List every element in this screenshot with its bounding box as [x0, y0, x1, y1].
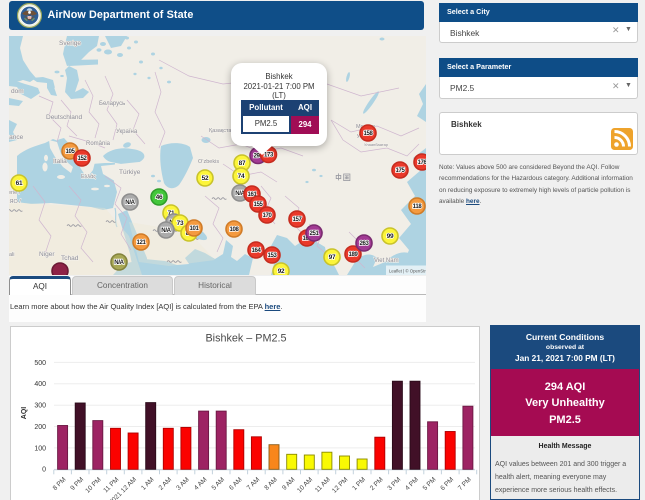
svg-text:400: 400	[34, 381, 46, 388]
svg-text:105: 105	[65, 149, 75, 155]
svg-text:rance: rance	[9, 134, 24, 141]
svg-text:8 AM: 8 AM	[263, 476, 279, 492]
svg-text:100: 100	[34, 445, 46, 452]
svg-text:2 AM: 2 AM	[158, 476, 174, 492]
svg-text:3 PM: 3 PM	[386, 476, 402, 492]
svg-text:251: 251	[309, 231, 319, 237]
svg-text:4 PM: 4 PM	[404, 476, 420, 492]
svg-text:O’zbekis: O’zbekis	[198, 159, 219, 165]
svg-text:52: 52	[202, 175, 209, 182]
svg-text:4 AM: 4 AM	[193, 476, 209, 492]
svg-text:dom: dom	[11, 88, 24, 95]
svg-text:6 AM: 6 AM	[228, 476, 244, 492]
svg-text:200: 200	[34, 424, 46, 431]
svg-text:153: 153	[267, 253, 277, 259]
svg-text:Leaflet | © OpenStreetMap: Leaflet | © OpenStreetMap	[389, 269, 426, 274]
svg-text:1 AM: 1 AM	[140, 476, 156, 492]
svg-text:164: 164	[251, 248, 261, 254]
svg-text:5 PM: 5 PM	[422, 476, 438, 492]
svg-text:Deutschland: Deutschland	[46, 114, 83, 121]
svg-text:0: 0	[42, 467, 46, 474]
svg-text:87: 87	[239, 160, 246, 167]
svg-text:176: 176	[417, 160, 426, 166]
svg-text:158: 158	[363, 131, 373, 137]
svg-text:97: 97	[329, 254, 336, 261]
svg-text:263: 263	[359, 241, 369, 247]
svg-text:500: 500	[34, 360, 46, 367]
svg-text:74: 74	[238, 173, 245, 180]
svg-text:9 PM: 9 PM	[69, 476, 85, 492]
svg-text:Italia: Italia	[53, 158, 67, 165]
svg-text:,ЯO /: ,ЯO /	[9, 199, 21, 205]
svg-text:Україна: Україна	[116, 129, 138, 135]
svg-text:175: 175	[395, 168, 405, 174]
svg-text:10 AM: 10 AM	[296, 476, 314, 494]
svg-text:ali: ali	[9, 252, 15, 258]
svg-text:189: 189	[348, 252, 358, 258]
svg-text:7 AM: 7 AM	[246, 476, 262, 492]
svg-text:Bishkek – PM2.5: Bishkek – PM2.5	[205, 333, 286, 345]
svg-text:12 PM: 12 PM	[331, 476, 349, 494]
svg-text:8 PM: 8 PM	[52, 476, 68, 492]
svg-text:Niger: Niger	[39, 251, 55, 258]
svg-text:Türkiye: Türkiye	[119, 169, 141, 176]
svg-text:152: 152	[77, 156, 87, 162]
svg-text:11 AM: 11 AM	[314, 476, 332, 494]
svg-text:N/A: N/A	[161, 228, 171, 234]
svg-text:99: 99	[387, 233, 394, 240]
svg-text:300: 300	[34, 403, 46, 410]
svg-text:92: 92	[278, 268, 285, 275]
svg-text:Улаанбаатар: Улаанбаатар	[364, 142, 389, 147]
svg-text:101: 101	[189, 226, 199, 232]
svg-text:AQI: AQI	[21, 407, 28, 420]
svg-text:7 PM: 7 PM	[457, 476, 473, 492]
svg-text:121: 121	[136, 240, 146, 246]
svg-text:1 PM: 1 PM	[351, 476, 367, 492]
svg-text:61: 61	[16, 180, 23, 187]
svg-text:5 AM: 5 AM	[211, 476, 227, 492]
svg-text:Tchad: Tchad	[61, 255, 79, 262]
svg-text:46: 46	[156, 194, 163, 201]
svg-text:118: 118	[413, 204, 423, 210]
svg-text:România: România	[86, 141, 111, 147]
svg-text:Ελλάς: Ελλάς	[81, 173, 96, 180]
svg-text:108: 108	[229, 227, 239, 233]
svg-text:10 PM: 10 PM	[84, 476, 102, 494]
svg-text:157: 157	[292, 217, 302, 223]
svg-text:73: 73	[177, 220, 184, 227]
svg-text:2 PM: 2 PM	[369, 476, 385, 492]
svg-text:6 PM: 6 PM	[439, 476, 455, 492]
svg-text:Беларусь: Беларусь	[99, 101, 125, 107]
svg-text:170: 170	[262, 213, 272, 219]
svg-text:155: 155	[253, 202, 263, 208]
svg-text:N/A: N/A	[125, 200, 135, 206]
svg-text:Viet Nam: Viet Nam	[374, 258, 399, 264]
svg-text:Sverige: Sverige	[59, 40, 81, 47]
svg-text:9 AM: 9 AM	[281, 476, 297, 492]
svg-text:N/A: N/A	[114, 260, 124, 266]
svg-text:3 AM: 3 AM	[175, 476, 191, 492]
